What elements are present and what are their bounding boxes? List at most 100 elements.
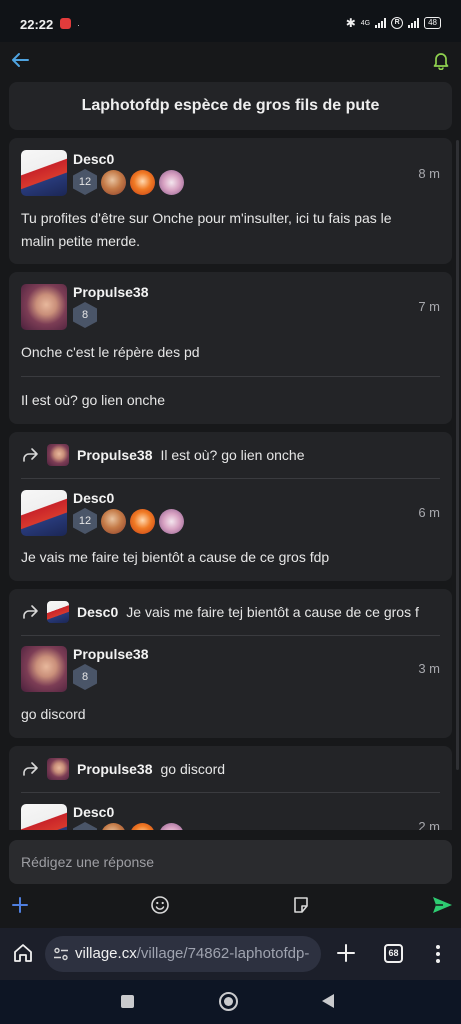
post-time: 6 m xyxy=(418,505,440,520)
user-badges: 12 xyxy=(73,508,184,534)
tab-count-button[interactable]: 68 xyxy=(384,944,403,963)
quote-text: Il est où? go lien onche xyxy=(160,447,305,463)
badge-icon xyxy=(101,822,126,830)
feed-scrollbar[interactable] xyxy=(456,140,459,770)
quote-username: Desc0 xyxy=(77,604,119,620)
badge-icon xyxy=(159,508,184,534)
topic-title: Laphotofdp espèce de gros fils de pute xyxy=(9,82,452,130)
badge-icon xyxy=(159,822,184,830)
badge-icon xyxy=(130,169,155,195)
sticker-icon[interactable] xyxy=(291,895,311,915)
quote-avatar xyxy=(47,444,69,466)
message-divider xyxy=(21,635,440,636)
post-card: Propulse38 go discord Desc0 2 m 12 xyxy=(9,746,452,830)
network-type-icon: 4G xyxy=(360,19,371,27)
post-time: 8 m xyxy=(418,166,440,181)
more-options-icon[interactable] xyxy=(434,943,442,965)
user-badges: 12 xyxy=(73,169,184,195)
reply-composer xyxy=(9,840,452,884)
post-card: Propulse38 7 m 8 Onche c'est le répère d… xyxy=(9,272,452,424)
reply-icon xyxy=(23,762,38,776)
app-top-bar xyxy=(0,42,461,80)
battery-icon: 48 xyxy=(424,17,441,29)
post-card: Desc0 8 m 12 Tu profites d'être sur Onch… xyxy=(9,138,452,264)
level-badge: 12 xyxy=(73,169,97,195)
level-badge: 12 xyxy=(73,822,97,830)
avatar[interactable] xyxy=(21,150,67,196)
avatar[interactable] xyxy=(21,646,67,692)
status-icons: ✱ 4G R 48 xyxy=(346,16,441,30)
reply-reference[interactable]: Propulse38 go discord xyxy=(21,756,452,782)
post-username[interactable]: Propulse38 xyxy=(73,646,148,662)
recents-button[interactable] xyxy=(121,995,134,1008)
signal-icon-2 xyxy=(408,18,420,28)
roaming-icon: R xyxy=(391,17,404,29)
post-username[interactable]: Desc0 xyxy=(73,151,114,167)
back-arrow-icon[interactable] xyxy=(10,50,30,70)
post-card: Propulse38 Il est où? go lien onche Desc… xyxy=(9,432,452,581)
quote-avatar xyxy=(47,758,69,780)
url-host: village.cx xyxy=(75,945,137,962)
quote-avatar xyxy=(47,601,69,623)
avatar[interactable] xyxy=(21,490,67,536)
home-icon[interactable] xyxy=(12,942,34,964)
user-badges: 8 xyxy=(73,302,97,328)
site-settings-icon[interactable] xyxy=(53,946,69,962)
reply-icon xyxy=(23,448,38,462)
send-icon[interactable] xyxy=(431,894,453,916)
url-text: village.cx/village/74862-laphotofdp- xyxy=(75,945,309,962)
bluetooth-icon: ✱ xyxy=(345,16,356,30)
address-bar[interactable]: village.cx/village/74862-laphotofdp- xyxy=(45,936,321,972)
url-path: /village/74862-laphotofdp- xyxy=(136,945,310,962)
signal-icon xyxy=(375,18,387,28)
badge-icon xyxy=(159,169,184,195)
quote-text: go discord xyxy=(160,761,226,777)
level-badge: 8 xyxy=(73,664,97,690)
user-badges: 8 xyxy=(73,664,97,690)
system-navigation-bar xyxy=(0,980,461,1024)
bell-icon[interactable] xyxy=(431,50,451,70)
post-message-line: Tu profites d'être sur Onche pour m'insu… xyxy=(21,210,392,226)
back-button[interactable] xyxy=(322,994,334,1008)
post-time: 2 m xyxy=(418,819,440,830)
quote-text: Je vais me faire tej bientôt a cause de … xyxy=(126,604,419,620)
post-username[interactable]: Desc0 xyxy=(73,804,114,820)
reply-reference[interactable]: Propulse38 Il est où? go lien onche xyxy=(21,442,452,468)
user-badges: 12 xyxy=(73,822,184,830)
composer-toolbar xyxy=(0,892,461,920)
status-bar: 22:22 · ✱ 4G R 48 xyxy=(0,0,461,42)
quote-username: Propulse38 xyxy=(77,447,153,463)
reply-icon xyxy=(23,605,38,619)
plus-icon[interactable] xyxy=(10,895,30,915)
post-message: Il est où? go lien onche xyxy=(21,392,165,408)
post-card: Desc0 Je vais me faire tej bientôt a cau… xyxy=(9,589,452,738)
message-divider xyxy=(21,478,440,479)
badge-icon xyxy=(130,822,155,830)
reply-input[interactable] xyxy=(9,840,452,884)
post-username[interactable]: Desc0 xyxy=(73,490,114,506)
browser-toolbar: village.cx/village/74862-laphotofdp- 68 xyxy=(0,928,461,980)
status-more-dot: · xyxy=(77,20,80,30)
badge-icon xyxy=(130,508,155,534)
home-button[interactable] xyxy=(219,992,238,1011)
post-message: go discord xyxy=(21,706,86,722)
level-badge: 12 xyxy=(73,508,97,534)
post-username[interactable]: Propulse38 xyxy=(73,284,148,300)
reply-reference[interactable]: Desc0 Je vais me faire tej bientôt a cau… xyxy=(21,599,452,625)
badge-icon xyxy=(101,508,126,534)
post-time: 7 m xyxy=(418,299,440,314)
message-feed[interactable]: Desc0 8 m 12 Tu profites d'être sur Onch… xyxy=(9,138,452,830)
avatar[interactable] xyxy=(21,804,67,830)
message-divider xyxy=(21,376,440,377)
level-badge: 8 xyxy=(73,302,97,328)
notification-app-icon xyxy=(60,18,71,29)
new-tab-icon[interactable] xyxy=(336,943,356,963)
post-message-line: malin petite merde. xyxy=(21,233,141,249)
emoji-icon[interactable] xyxy=(150,895,170,915)
avatar[interactable] xyxy=(21,284,67,330)
post-message: Je vais me faire tej bientôt a cause de … xyxy=(21,549,330,565)
post-message: Onche c'est le répère des pd xyxy=(21,344,200,360)
message-divider xyxy=(21,792,440,793)
post-time: 3 m xyxy=(418,661,440,676)
badge-icon xyxy=(101,169,126,195)
